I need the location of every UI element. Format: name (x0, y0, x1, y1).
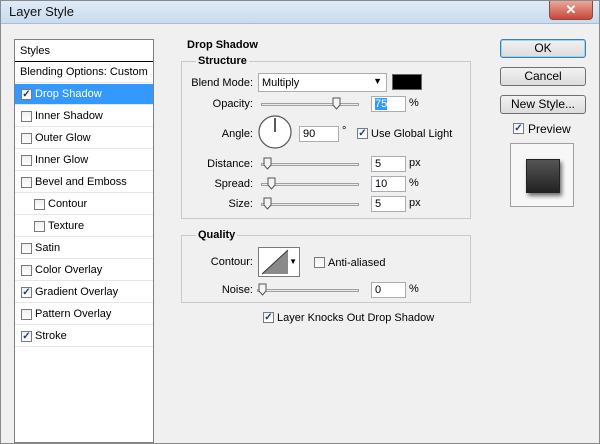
noise-unit: % (409, 283, 419, 295)
spread-input[interactable]: 10 (371, 176, 406, 192)
style-item-checkbox[interactable] (21, 89, 32, 100)
styles-header[interactable]: Styles (15, 40, 153, 62)
style-item[interactable]: Contour (15, 194, 153, 215)
style-item[interactable]: Gradient Overlay (15, 282, 153, 303)
contour-label: Contour: (210, 256, 253, 268)
spread-slider[interactable] (261, 177, 359, 190)
chevron-down-icon: ▼ (373, 76, 382, 86)
layer-style-dialog: Layer Style ✕ Styles Blending Options: C… (0, 0, 600, 444)
styles-header-label: Styles (20, 45, 50, 57)
style-item-checkbox[interactable] (21, 309, 32, 320)
size-unit: px (409, 197, 421, 209)
anti-aliased-checkbox[interactable] (314, 257, 325, 268)
style-item[interactable]: Texture (15, 216, 153, 237)
close-button[interactable]: ✕ (549, 1, 593, 20)
style-item[interactable]: Inner Glow (15, 150, 153, 171)
style-item-label: Blending Options: Custom (20, 66, 148, 78)
style-item-label: Pattern Overlay (35, 308, 112, 320)
spread-unit: % (409, 177, 419, 189)
style-item-label: Outer Glow (35, 132, 91, 144)
structure-title: Structure (196, 55, 249, 67)
use-global-light-checkbox[interactable] (357, 128, 368, 139)
style-item[interactable]: Inner Shadow (15, 106, 153, 127)
style-item-checkbox[interactable] (21, 243, 32, 254)
distance-input[interactable]: 5 (371, 156, 406, 172)
opacity-label: Opacity: (212, 98, 253, 110)
opacity-slider-thumb[interactable] (332, 97, 341, 110)
contour-picker[interactable]: ▼ (258, 247, 300, 277)
layer-knocks-out-label: Layer Knocks Out Drop Shadow (277, 312, 435, 324)
style-item-checkbox[interactable] (21, 155, 32, 166)
preview-label: Preview (528, 122, 571, 136)
size-input[interactable]: 5 (371, 196, 406, 212)
section-title: Drop Shadow (187, 39, 258, 51)
opacity-slider[interactable] (261, 97, 359, 110)
style-item[interactable]: Drop Shadow (15, 84, 153, 105)
title-bar: Layer Style ✕ (1, 1, 599, 24)
noise-slider-thumb[interactable] (258, 283, 267, 296)
window-title: Layer Style (9, 4, 75, 19)
style-item-label: Inner Glow (35, 154, 89, 166)
spread-label: Spread: (214, 178, 253, 190)
distance-slider-thumb[interactable] (263, 157, 272, 170)
style-item-label: Drop Shadow (35, 88, 102, 100)
style-item-label: Bevel and Emboss (35, 176, 127, 188)
style-item-label: Gradient Overlay (35, 286, 119, 298)
angle-input[interactable]: 90 (299, 126, 339, 142)
style-item[interactable]: Outer Glow (15, 128, 153, 149)
noise-label: Noise: (221, 284, 253, 296)
distance-label: Distance: (207, 158, 253, 170)
new-style-button[interactable]: New Style... (500, 95, 586, 114)
blend-mode-label: Blend Mode: (191, 77, 253, 89)
noise-input[interactable]: 0 (371, 282, 406, 298)
style-item-label: Inner Shadow (35, 110, 103, 122)
preview-checkbox[interactable] (513, 123, 524, 134)
ok-button[interactable]: OK (500, 39, 586, 58)
style-item-label: Stroke (35, 330, 67, 342)
style-item[interactable]: Color Overlay (15, 260, 153, 281)
style-preview (510, 143, 574, 207)
preview-swatch (526, 159, 560, 193)
style-item-checkbox[interactable] (21, 331, 32, 342)
distance-slider[interactable] (261, 157, 359, 170)
style-item-label: Texture (48, 220, 85, 232)
size-label: Size: (228, 198, 253, 210)
style-item-checkbox[interactable] (34, 199, 45, 210)
style-item[interactable]: Stroke (15, 326, 153, 347)
angle-dial[interactable] (258, 115, 292, 149)
angle-label: Angle: (221, 128, 253, 140)
blend-mode-select[interactable]: Multiply ▼ (258, 73, 387, 92)
style-item-checkbox[interactable] (21, 177, 32, 188)
style-item-checkbox[interactable] (21, 111, 32, 122)
style-item-checkbox[interactable] (21, 265, 32, 276)
chevron-down-icon: ▼ (289, 257, 297, 266)
blend-mode-value: Multiply (262, 77, 300, 89)
distance-unit: px (409, 157, 421, 169)
opacity-input[interactable]: 75 (371, 96, 406, 112)
style-item-label: Color Overlay (35, 264, 103, 276)
size-slider[interactable] (261, 197, 359, 210)
noise-slider[interactable] (257, 283, 359, 296)
styles-list: Styles Blending Options: Custom Drop Shad… (14, 39, 154, 443)
style-item[interactable]: Blending Options: Custom (15, 62, 153, 83)
style-item-label: Satin (35, 242, 61, 254)
quality-title: Quality (196, 229, 238, 241)
style-item-checkbox[interactable] (21, 133, 32, 144)
layer-knocks-out-checkbox[interactable] (263, 312, 274, 323)
anti-aliased-label: Anti-aliased (328, 257, 386, 269)
style-item[interactable]: Pattern Overlay (15, 304, 153, 325)
style-item-label: Contour (48, 198, 88, 210)
style-item[interactable]: Bevel and Emboss (15, 172, 153, 193)
size-slider-thumb[interactable] (263, 197, 272, 210)
style-item[interactable]: Satin (15, 238, 153, 259)
angle-unit: ° (342, 125, 347, 137)
style-item-checkbox[interactable] (21, 287, 32, 298)
spread-slider-thumb[interactable] (267, 177, 276, 190)
contour-linear-icon (261, 249, 289, 275)
use-global-light-label: Use Global Light (371, 128, 453, 140)
style-item-checkbox[interactable] (34, 221, 45, 232)
opacity-unit: % (409, 97, 419, 109)
shadow-color-swatch[interactable] (392, 74, 422, 90)
cancel-button[interactable]: Cancel (500, 67, 586, 86)
